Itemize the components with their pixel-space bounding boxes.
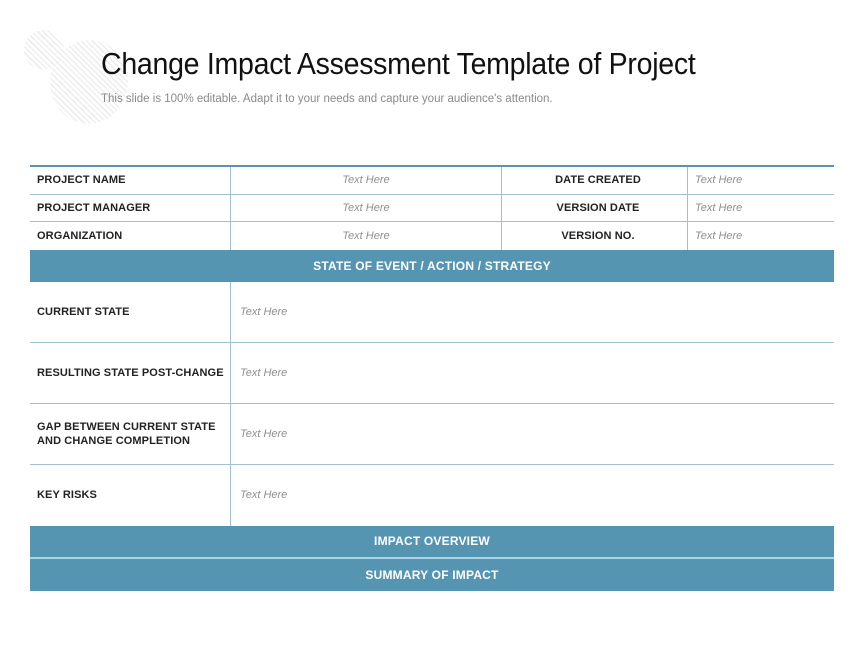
field-current-state[interactable]: Text Here xyxy=(231,282,834,342)
impact-overview-header: IMPACT OVERVIEW xyxy=(30,525,834,559)
field-key-risks[interactable]: Text Here xyxy=(231,465,834,526)
summary-of-impact-header: SUMMARY OF IMPACT xyxy=(30,558,834,591)
info-row-organization: ORGANIZATION Text Here VERSION NO. Text … xyxy=(30,222,834,250)
state-section-header: STATE OF EVENT / ACTION / STRATEGY xyxy=(30,249,834,282)
field-version-no[interactable]: Text Here xyxy=(688,222,834,250)
page-subtitle: This slide is 100% editable. Adapt it to… xyxy=(101,93,553,105)
label-date-created: DATE CREATED xyxy=(502,167,688,194)
page-title: Change Impact Assessment Template of Pro… xyxy=(101,46,696,81)
field-gap[interactable]: Text Here xyxy=(231,404,834,464)
label-version-date: VERSION DATE xyxy=(502,194,688,221)
state-row-current-state: CURRENT STATE Text Here xyxy=(30,281,834,343)
field-version-date[interactable]: Text Here xyxy=(688,195,834,222)
label-gap: GAP BETWEEN CURRENT STATE AND CHANGE COM… xyxy=(30,403,231,464)
assessment-table: PROJECT NAME Text Here DATE CREATED Text… xyxy=(30,165,834,591)
info-row-project-manager: PROJECT MANAGER Text Here VERSION DATE T… xyxy=(30,194,834,222)
label-resulting-state: RESULTING STATE POST-CHANGE xyxy=(30,342,231,403)
field-date-created[interactable]: Text Here xyxy=(688,167,834,194)
field-project-manager[interactable]: Text Here xyxy=(231,194,502,221)
label-key-risks: KEY RISKS xyxy=(30,464,231,526)
state-row-gap: GAP BETWEEN CURRENT STATE AND CHANGE COM… xyxy=(30,403,834,465)
field-project-name[interactable]: Text Here xyxy=(231,167,502,194)
field-organization[interactable]: Text Here xyxy=(231,222,502,250)
label-organization: ORGANIZATION xyxy=(30,222,231,250)
field-resulting-state[interactable]: Text Here xyxy=(231,343,834,403)
label-project-name: PROJECT NAME xyxy=(30,167,231,194)
label-current-state: CURRENT STATE xyxy=(30,281,231,342)
label-project-manager: PROJECT MANAGER xyxy=(30,194,231,221)
label-version-no: VERSION NO. xyxy=(502,222,688,250)
info-row-project-name: PROJECT NAME Text Here DATE CREATED Text… xyxy=(30,167,834,195)
state-row-key-risks: KEY RISKS Text Here xyxy=(30,464,834,526)
state-row-resulting-state: RESULTING STATE POST-CHANGE Text Here xyxy=(30,342,834,404)
